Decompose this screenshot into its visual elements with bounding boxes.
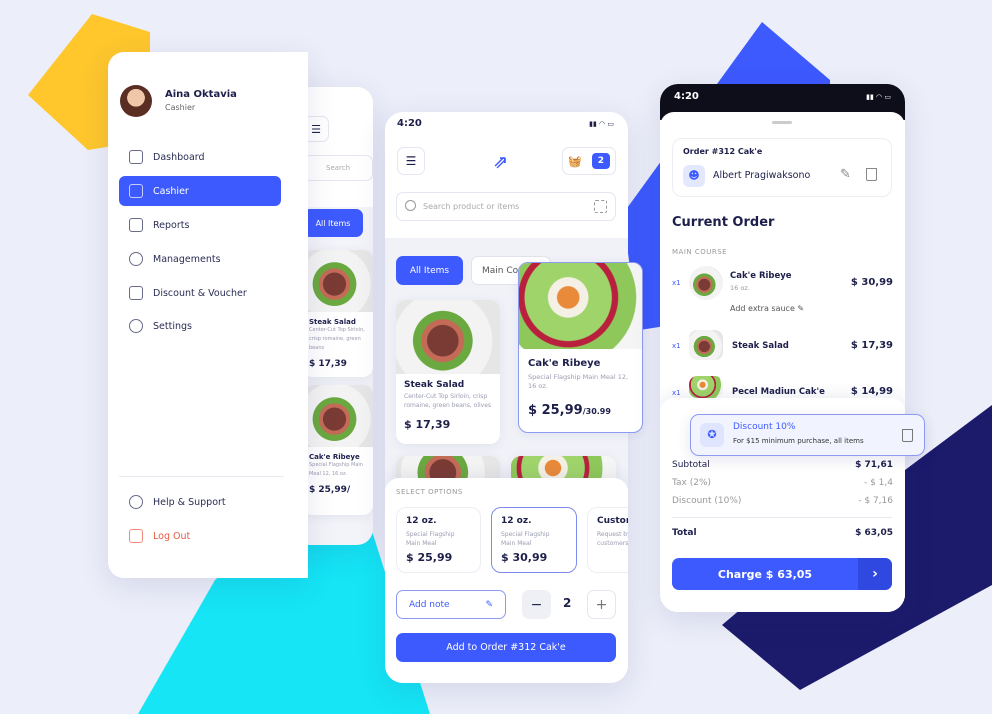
nav-label: Managements: [153, 253, 221, 265]
user-role: Cashier: [165, 103, 196, 112]
discount-title: Discount 10%: [733, 422, 796, 432]
right-phone: 4:20 ▮▮ ◠ ▭ Order #312 Cak'e ☻ Albert Pr…: [660, 84, 905, 612]
trash-icon[interactable]: [902, 429, 913, 442]
status-time: 4:20: [397, 118, 422, 129]
sidebar-item-settings[interactable]: Settings: [119, 311, 281, 341]
customer-name: Albert Pragiwaksono: [713, 170, 811, 181]
order-title: Order #312 Cak'e: [683, 147, 763, 156]
quantity-value: 2: [563, 596, 572, 610]
search-input[interactable]: Search: [303, 155, 373, 181]
product-card[interactable]: Steak Salad Center-Cut Top Sirloin, crisp…: [303, 250, 373, 377]
home-icon: [129, 150, 143, 164]
sidebar-item-reports[interactable]: Reports: [119, 210, 281, 240]
discount-card[interactable]: ✪ Discount 10% For $15 minimum purchase,…: [690, 414, 925, 456]
add-note-label: Add note: [409, 599, 450, 610]
help-support[interactable]: Help & Support: [119, 487, 281, 517]
sidebar: Aina Oktavia Cashier Dashboard Cashier R…: [108, 52, 308, 578]
cashier-icon: [129, 184, 143, 198]
sidebar-item-cashier[interactable]: Cashier: [119, 176, 281, 206]
edit-icon[interactable]: ✎: [840, 167, 851, 182]
current-order-heading: Current Order: [672, 215, 775, 230]
sidebar-item-discount[interactable]: Discount & Voucher: [119, 278, 281, 308]
search-input[interactable]: Search product or items: [396, 192, 616, 221]
cart-button[interactable]: 🧺 2: [562, 147, 616, 175]
logout-button[interactable]: Log Out: [119, 521, 281, 551]
ticket-icon: [129, 286, 143, 300]
status-icons: ▮▮ ◠ ▭: [589, 120, 614, 128]
charge-button[interactable]: Charge $ 63,05 ›: [672, 558, 892, 590]
charge-label: Charge $ 63,05: [717, 567, 813, 581]
decrease-button[interactable]: −: [522, 590, 551, 619]
status-time: 4:20: [674, 91, 699, 102]
badge-icon: ✪: [700, 423, 724, 447]
product-card-cake-ribeye[interactable]: Cak'e Ribeye Special Flagship Main Meal 1…: [518, 262, 643, 433]
help-icon: [129, 495, 143, 509]
drag-handle[interactable]: [772, 121, 792, 124]
sidebar-item-dashboard[interactable]: Dashboard: [119, 142, 281, 172]
option-card-selected[interactable]: 12 oz. Special Flagship Main Meal $ 30,99: [491, 507, 577, 573]
summary-row: Tax (2%) - $ 1,4: [672, 478, 893, 488]
trash-icon[interactable]: [866, 168, 877, 181]
chevron-right-icon: ›: [858, 558, 892, 590]
total-row: Total $ 63,05: [672, 528, 893, 538]
summary-row: Subtotal $ 71,61: [672, 460, 893, 470]
pencil-icon: ✎: [485, 599, 493, 610]
menu-button[interactable]: ☰: [397, 147, 425, 175]
nav-label: Help & Support: [153, 496, 226, 508]
product-card-steak-salad[interactable]: Steak Salad Center-Cut Top Sirloin, crisp…: [396, 300, 500, 444]
divider: [672, 517, 892, 518]
add-to-order-button[interactable]: Add to Order #312 Cak'e: [396, 633, 616, 662]
increase-button[interactable]: +: [587, 590, 616, 619]
product-card[interactable]: Cak'e Ribeye Special Flagship Main Meal 1…: [303, 385, 373, 515]
discount-desc: For $15 minimum purchase, all items: [733, 437, 864, 445]
chip-all-items[interactable]: All Items: [396, 256, 463, 285]
option-card-custom[interactable]: CustomRequest by customers: [587, 507, 628, 573]
avatar: [120, 85, 152, 117]
section-label: MAIN COURSE: [672, 248, 728, 256]
nav-label: Settings: [153, 320, 192, 332]
order-card: Order #312 Cak'e ☻ Albert Pragiwaksono ✎: [672, 138, 892, 197]
basket-icon: 🧺: [568, 154, 582, 168]
logout-icon: [129, 529, 143, 543]
user-icon: [129, 252, 143, 266]
chip-all-items[interactable]: All Items: [303, 209, 363, 237]
customer-icon: ☻: [683, 165, 705, 187]
logo-icon: ⇗: [493, 152, 509, 173]
gear-icon: [129, 319, 143, 333]
add-note-button[interactable]: Add note ✎: [396, 590, 506, 619]
reports-icon: [129, 218, 143, 232]
options-sheet: SELECT OPTIONS 12 oz. Special Flagship Ma…: [385, 478, 628, 683]
nav-label: Cashier: [153, 185, 189, 197]
item-note[interactable]: Add extra sauce ✎: [730, 304, 804, 313]
status-icons: ▮▮ ◠ ▭: [866, 93, 891, 101]
nav-label: Log Out: [153, 530, 191, 542]
sidebar-item-managements[interactable]: Managements: [119, 244, 281, 274]
nav-label: Reports: [153, 219, 190, 231]
divider: [119, 476, 284, 477]
search-placeholder: Search product or items: [423, 202, 520, 211]
nav-label: Discount & Voucher: [153, 287, 247, 299]
scan-icon[interactable]: [594, 200, 607, 213]
search-icon: [405, 200, 416, 211]
options-label: SELECT OPTIONS: [396, 488, 463, 496]
user-name: Aina Oktavia: [165, 89, 237, 100]
summary-row: Discount (10%) - $ 7,16: [672, 496, 893, 506]
cart-count: 2: [591, 153, 610, 169]
option-card[interactable]: 12 oz. Special Flagship Main Meal $ 25,99: [396, 507, 481, 573]
nav-label: Dashboard: [153, 151, 205, 163]
